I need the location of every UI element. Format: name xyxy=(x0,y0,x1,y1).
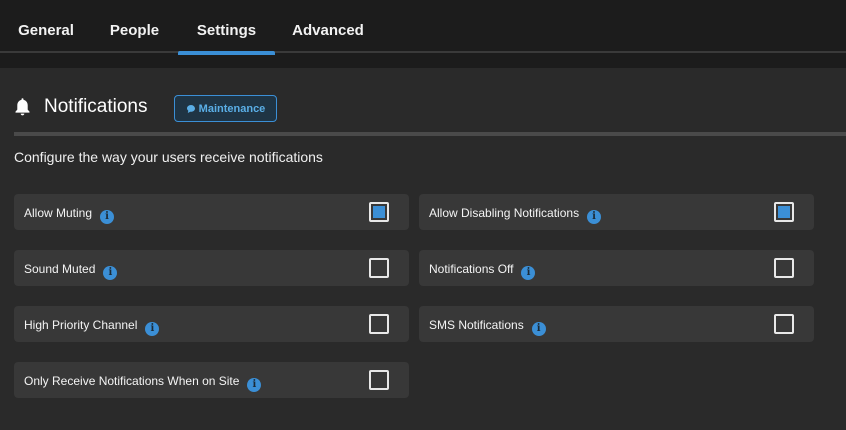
info-icon[interactable]: i xyxy=(100,210,115,224)
setting-label: Sound Muted i xyxy=(24,262,118,280)
sms-notifications-checkbox[interactable] xyxy=(774,314,794,334)
allow-disabling-notifications-checkbox[interactable] xyxy=(774,202,794,222)
setting-label: Notifications Off i xyxy=(429,262,536,280)
section-divider xyxy=(14,132,846,136)
section-description: Configure the way your users receive not… xyxy=(14,149,323,165)
info-icon[interactable]: i xyxy=(587,210,602,224)
setting-label: Allow Muting i xyxy=(24,206,115,224)
info-icon[interactable]: i xyxy=(521,266,536,280)
tab-settings[interactable]: Settings xyxy=(178,0,275,55)
tab-general[interactable]: General xyxy=(8,0,84,53)
allow-muting-checkbox[interactable] xyxy=(369,202,389,222)
setting-row-allow-muting[interactable]: Allow Muting i xyxy=(14,194,409,230)
tab-people[interactable]: People xyxy=(101,0,168,53)
setting-label: High Priority Channel i xyxy=(24,318,160,336)
high-priority-channel-checkbox[interactable] xyxy=(369,314,389,334)
maintenance-badge[interactable]: Maintenance xyxy=(174,95,277,122)
setting-label: SMS Notifications i xyxy=(429,318,546,336)
setting-row-notifications-off[interactable]: Notifications Off i xyxy=(419,250,814,286)
tab-advanced[interactable]: Advanced xyxy=(284,0,372,53)
setting-label: Only Receive Notifications When on Site i xyxy=(24,374,262,392)
bell-icon xyxy=(15,98,30,116)
tab-bar: General People Settings Advanced xyxy=(0,0,846,55)
section-header: Notifications Maintenance xyxy=(0,68,846,130)
sound-muted-checkbox[interactable] xyxy=(369,258,389,278)
info-icon[interactable]: i xyxy=(145,322,160,336)
setting-label: Allow Disabling Notifications i xyxy=(429,206,602,224)
setting-row-only-receive-on-site[interactable]: Only Receive Notifications When on Site i xyxy=(14,362,409,398)
chat-bubble-icon xyxy=(186,104,195,113)
info-icon[interactable]: i xyxy=(247,378,262,392)
only-receive-on-site-checkbox[interactable] xyxy=(369,370,389,390)
badge-label: Maintenance xyxy=(198,102,266,115)
setting-row-sound-muted[interactable]: Sound Muted i xyxy=(14,250,409,286)
info-icon[interactable]: i xyxy=(103,266,118,280)
info-icon[interactable]: i xyxy=(531,322,546,336)
setting-row-allow-disabling-notifications[interactable]: Allow Disabling Notifications i xyxy=(419,194,814,230)
setting-row-sms-notifications[interactable]: SMS Notifications i xyxy=(419,306,814,342)
page-title: Notifications xyxy=(44,96,148,117)
notifications-off-checkbox[interactable] xyxy=(774,258,794,278)
setting-row-high-priority-channel[interactable]: High Priority Channel i xyxy=(14,306,409,342)
settings-panel: Notifications Maintenance Configure the … xyxy=(0,68,846,430)
